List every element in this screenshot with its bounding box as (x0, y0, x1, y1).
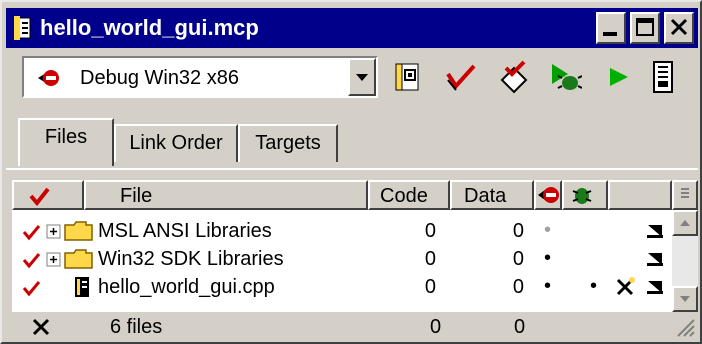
interface-column-header[interactable] (608, 180, 672, 210)
file-list-header: File Code Data (12, 180, 698, 210)
checkmark-icon (29, 187, 50, 207)
tab-files[interactable]: Files (18, 118, 114, 166)
file-count: 6 files (110, 316, 163, 338)
synchronize-modification-dates-icon[interactable] (444, 60, 478, 94)
folder-icon (64, 221, 93, 241)
code-size: 0 (424, 276, 436, 298)
debug-icon[interactable] (548, 60, 582, 94)
code-total: 0 (430, 316, 442, 338)
file-list: File Code Data MSL ANSI Libraries 0 0 • (12, 180, 698, 312)
debug-marker[interactable]: • (544, 215, 551, 245)
scroll-up-button[interactable] (672, 210, 698, 236)
file-name: Win32 SDK Libraries (98, 248, 284, 270)
scroll-corner (672, 180, 698, 210)
file-name: hello_world_gui.cpp (98, 276, 275, 298)
close-icon (670, 18, 688, 36)
interface-arrow-icon[interactable] (646, 279, 664, 295)
data-size: 0 (512, 276, 524, 298)
data-size: 0 (512, 220, 524, 242)
checkmark-icon[interactable] (22, 222, 42, 242)
project-file-icon (14, 16, 31, 40)
interface-tools-icon (32, 318, 50, 336)
sort-icon (681, 188, 689, 198)
data-total: 0 (514, 316, 526, 338)
target-settings-icon[interactable] (390, 60, 424, 94)
run-icon[interactable] (602, 60, 636, 94)
minimize-button[interactable] (596, 12, 626, 44)
expand-icon[interactable] (46, 224, 62, 240)
window-title: hello_world_gui.mcp (40, 15, 259, 40)
file-column-header[interactable]: File (84, 180, 368, 210)
scroll-down-button[interactable] (672, 286, 698, 312)
maximize-button[interactable] (630, 12, 660, 44)
chevron-up-icon (680, 220, 690, 226)
maximize-icon (636, 18, 654, 36)
project-tabs: Files Link Order Targets (6, 116, 698, 174)
tab-link-order[interactable]: Link Order (114, 124, 238, 162)
chevron-down-icon (680, 296, 690, 302)
tab-divider (6, 168, 698, 170)
title-bar[interactable]: hello_world_gui.mcp (6, 8, 698, 48)
debug-marker[interactable]: • (544, 271, 551, 301)
status-bar: 6 files 0 0 (6, 312, 698, 342)
project-window: hello_world_gui.mcp Debug Win32 x86 File… (0, 0, 702, 344)
bug-icon (572, 188, 592, 204)
source-file-icon (75, 277, 89, 297)
folder-icon (64, 249, 93, 269)
target-dropdown-button[interactable] (348, 58, 376, 96)
file-name: MSL ANSI Libraries (98, 220, 272, 242)
minimize-icon (603, 32, 617, 36)
code-column-header[interactable]: Code (368, 180, 450, 210)
debug-column-header[interactable] (534, 180, 562, 210)
debug-target-icon (38, 70, 59, 86)
tab-targets[interactable]: Targets (238, 124, 338, 162)
interface-arrow-icon[interactable] (646, 251, 664, 267)
list-item[interactable]: hello_world_gui.cpp 0 0 • • (12, 272, 672, 302)
debug-marker[interactable]: • (544, 243, 551, 273)
close-button[interactable] (664, 12, 694, 44)
list-item[interactable]: MSL ANSI Libraries 0 0 • (12, 216, 672, 246)
touch-column-header[interactable] (12, 180, 84, 210)
resize-grip-icon[interactable] (674, 316, 696, 338)
target-select-value: Debug Win32 x86 (80, 67, 239, 89)
list-item[interactable]: Win32 SDK Libraries 0 0 • (12, 244, 672, 274)
debug-target-icon (538, 187, 559, 203)
toolbar: Debug Win32 x86 (6, 54, 698, 112)
make-icon[interactable] (496, 60, 530, 94)
vertical-scrollbar[interactable] (672, 210, 698, 312)
chevron-down-icon (356, 74, 368, 81)
target-select[interactable]: Debug Win32 x86 (22, 56, 378, 98)
code-size: 0 (424, 248, 436, 270)
project-inspector-icon[interactable] (646, 60, 680, 94)
interface-tools-icon[interactable] (614, 276, 636, 298)
checkmark-icon[interactable] (22, 250, 42, 270)
code-size: 0 (424, 220, 436, 242)
data-column-header[interactable]: Data (450, 180, 534, 210)
checkmark-icon[interactable] (22, 278, 42, 298)
expand-icon[interactable] (46, 252, 62, 268)
bug-column-header[interactable] (562, 180, 608, 210)
bug-marker[interactable]: • (590, 271, 597, 301)
data-size: 0 (512, 248, 524, 270)
interface-arrow-icon[interactable] (646, 223, 664, 239)
